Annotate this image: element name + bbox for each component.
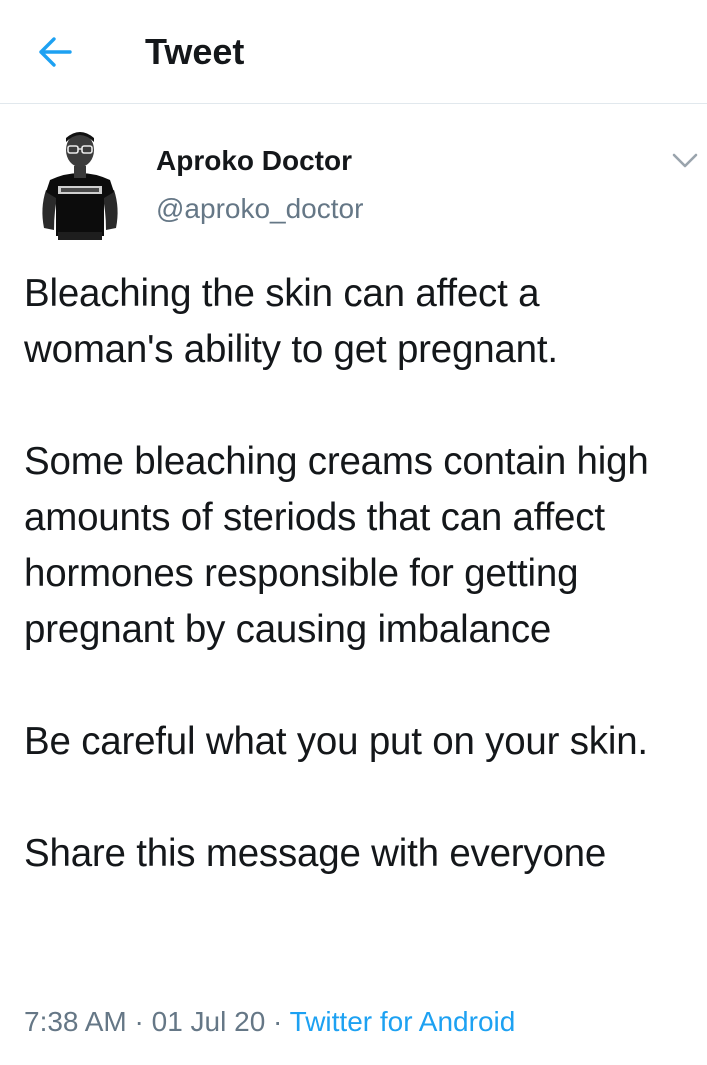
meta-separator: · — [265, 1006, 290, 1037]
tweet-date[interactable]: 01 Jul 20 — [152, 1006, 266, 1037]
page-title: Tweet — [145, 31, 245, 72]
tweet-paragraph: Share this message with everyone — [24, 832, 607, 875]
tweet-meta: 7:38 AM · 01 Jul 20 · Twitter for Androi… — [24, 1004, 515, 1040]
tweet-paragraph: Some bleaching creams contain high amoun… — [24, 440, 649, 651]
chevron-down-icon — [672, 153, 698, 168]
tweet-paragraph: Be careful what you put on your skin. — [24, 720, 648, 763]
more-options-button[interactable] — [670, 145, 700, 175]
tweet-text: Bleaching the skin can affect a woman's … — [24, 266, 694, 882]
arrow-left-icon — [39, 37, 72, 67]
back-button[interactable] — [30, 30, 80, 74]
tweet-source-link[interactable]: Twitter for Android — [290, 1006, 516, 1037]
profile-photo-icon — [42, 132, 118, 240]
tweet-paragraph: Bleaching the skin can affect a woman's … — [24, 272, 558, 371]
top-bar: Tweet — [0, 0, 707, 104]
tweet-time[interactable]: 7:38 AM — [24, 1006, 127, 1037]
author-handle[interactable]: @aproko_doctor — [156, 192, 363, 226]
avatar[interactable] — [32, 128, 128, 240]
author-name[interactable]: Aproko Doctor — [156, 144, 352, 178]
meta-separator: · — [126, 1006, 152, 1037]
